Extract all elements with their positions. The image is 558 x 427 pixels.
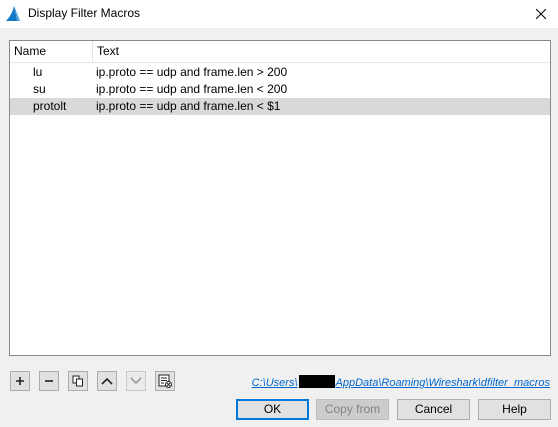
macro-text: ip.proto == udp and frame.len < $1: [96, 99, 281, 113]
column-header-name[interactable]: Name: [10, 41, 93, 62]
clear-button[interactable]: [155, 371, 175, 391]
column-header-text[interactable]: Text: [93, 41, 547, 62]
cancel-button[interactable]: Cancel: [397, 399, 470, 420]
macro-name: lu: [33, 65, 43, 79]
macros-table[interactable]: Name Text lu ip.proto == udp and frame.l…: [9, 40, 551, 356]
add-button[interactable]: [10, 371, 30, 391]
remove-button[interactable]: [39, 371, 59, 391]
ok-button[interactable]: OK: [236, 399, 309, 420]
copy-from-button[interactable]: Copy from: [316, 399, 389, 420]
table-header: Name Text: [10, 41, 550, 63]
plus-icon: [16, 377, 24, 385]
move-up-button[interactable]: [97, 371, 117, 391]
table-row-selected[interactable]: protolt ip.proto == udp and frame.len < …: [10, 98, 550, 115]
window-title: Display Filter Macros: [28, 6, 141, 20]
macro-name: su: [33, 82, 46, 96]
file-path-suffix: AppData\Roaming\Wireshark\dfilter_macros: [335, 377, 550, 389]
help-button[interactable]: Help: [478, 399, 551, 420]
wireshark-fin-icon: [4, 5, 22, 23]
minus-icon: [45, 380, 53, 382]
macros-file-path-link[interactable]: C:\Users\ AppData\Roaming\Wireshark\dfilt…: [252, 375, 550, 389]
copy-button[interactable]: [68, 371, 88, 391]
macro-text: ip.proto == udp and frame.len > 200: [96, 65, 288, 79]
redacted-username: [298, 375, 335, 388]
macro-text: ip.proto == udp and frame.len < 200: [96, 82, 288, 96]
close-button[interactable]: [524, 0, 558, 28]
move-down-button[interactable]: [126, 371, 146, 391]
macro-name: protolt: [33, 99, 67, 113]
table-row[interactable]: su ip.proto == udp and frame.len < 200: [10, 81, 550, 98]
clear-list-icon: [158, 374, 172, 388]
table-row[interactable]: lu ip.proto == udp and frame.len > 200: [10, 64, 550, 81]
file-path-prefix: C:\Users\: [251, 377, 298, 389]
arrow-up-icon: [101, 377, 113, 385]
copy-icon: [72, 375, 83, 387]
arrow-down-icon: [130, 377, 142, 385]
title-bar: Display Filter Macros: [0, 0, 558, 28]
dialog-body: Name Text lu ip.proto == udp and frame.l…: [0, 28, 558, 427]
close-icon: [536, 9, 546, 19]
